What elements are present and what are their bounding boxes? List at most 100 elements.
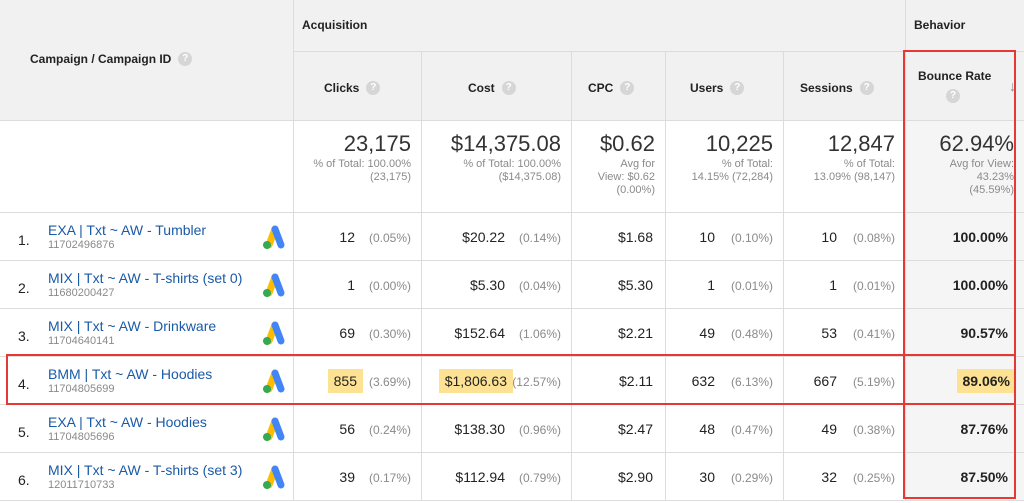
totals-users-subtext: % of Total: 14.15% (72,284) — [692, 158, 773, 184]
cost-value: $5.30 — [469, 277, 505, 293]
google-ads-icon — [263, 273, 285, 297]
totals-cost-cell: $14,375.08 % of Total: 100.00% ($14,375.… — [422, 121, 572, 213]
users-value: 10 — [699, 229, 715, 245]
campaign-cell: 3. MIX | Txt ~ AW - Drinkware 1170464014… — [0, 309, 294, 357]
cpc-value: $5.30 — [617, 277, 653, 293]
campaign-cell: 2. MIX | Txt ~ AW - T-shirts (set 0) 116… — [0, 261, 294, 309]
sessions-cell: 53 (0.41%) — [784, 309, 906, 357]
row-number: 3. — [18, 328, 30, 344]
totals-cost-value: $14,375.08 — [450, 131, 561, 156]
acquisition-group-header: Acquisition — [294, 0, 906, 52]
help-icon[interactable]: ? — [620, 81, 635, 95]
campaign-id: 11680200427 — [48, 287, 115, 299]
cpc-value: $2.21 — [617, 325, 653, 341]
totals-clicks-sub2: (23,175) — [370, 171, 411, 183]
row-number: 5. — [18, 424, 30, 440]
cpc-value: $2.47 — [617, 421, 653, 437]
help-icon[interactable]: ? — [178, 52, 193, 66]
clicks-percent: (0.17%) — [368, 471, 411, 485]
cpc-cell: $5.30 — [572, 261, 666, 309]
behavior-group-label: Behavior — [914, 18, 966, 32]
cost-cell: $20.22 (0.14%) — [422, 213, 572, 261]
acquisition-group-label: Acquisition — [302, 18, 368, 32]
users-cell: 49 (0.48%) — [666, 309, 784, 357]
campaign-name-link[interactable]: MIX | Txt ~ AW - Drinkware — [48, 318, 216, 334]
totals-sessions-value: 12,847 — [827, 131, 895, 156]
sessions-value: 1 — [829, 277, 837, 293]
totals-users-cell: 10,225 % of Total: 14.15% (72,284) — [666, 121, 784, 213]
clicks-value: 56 — [339, 421, 355, 437]
sessions-percent: (0.38%) — [852, 423, 895, 437]
campaign-report-table: Campaign / Campaign ID ? Acquisition Beh… — [0, 0, 1024, 503]
cpc-value: $1.68 — [617, 229, 653, 245]
campaign-cell: 1. EXA | Txt ~ AW - Tumbler 11702496876 — [0, 213, 294, 261]
row-number: 1. — [18, 232, 30, 248]
cost-value: $112.94 — [455, 469, 505, 485]
cpc-cell: $2.21 — [572, 309, 666, 357]
sessions-header-label: Sessions — [800, 81, 853, 95]
sessions-cell: 1 (0.01%) — [784, 261, 906, 309]
campaign-id: 12011710733 — [48, 479, 115, 491]
help-icon[interactable]: ? — [859, 81, 874, 95]
cost-value: $152.64 — [454, 325, 505, 341]
clicks-percent: (0.05%) — [368, 231, 411, 245]
clicks-column-header[interactable]: Clicks ? — [294, 52, 422, 121]
users-header-label: Users — [690, 81, 724, 95]
totals-cost-sub1: % of Total: 100.00% — [463, 158, 561, 170]
sessions-cell: 49 (0.38%) — [784, 405, 906, 453]
totals-cpc-subtext: Avg for View: $0.62 (0.00%) — [598, 158, 655, 197]
campaign-id: 11702496876 — [48, 239, 115, 251]
totals-cpc-cell: $0.62 Avg for View: $0.62 (0.00%) — [572, 121, 666, 213]
cpc-header-label: CPC — [588, 81, 614, 95]
campaign-id: 11704805696 — [48, 431, 115, 443]
campaign-id: 11704640141 — [48, 335, 115, 347]
behavior-group-header: Behavior — [906, 0, 1024, 52]
campaign-name-link[interactable]: EXA | Txt ~ AW - Tumbler — [48, 222, 206, 238]
sessions-value: 32 — [821, 469, 837, 485]
clicks-cell: 1 (0.00%) — [294, 261, 422, 309]
cpc-cell: $1.68 — [572, 213, 666, 261]
help-icon[interactable]: ? — [501, 81, 516, 95]
sessions-percent: (0.08%) — [852, 231, 895, 245]
sessions-value: 49 — [821, 421, 837, 437]
sessions-percent: (0.25%) — [852, 471, 895, 485]
clicks-value: 69 — [339, 325, 355, 341]
cost-percent: (1.06%) — [518, 327, 561, 341]
cpc-column-header[interactable]: CPC ? — [572, 52, 666, 121]
cost-percent: (0.96%) — [518, 423, 561, 437]
clicks-percent: (0.24%) — [368, 423, 411, 437]
totals-clicks-subtext: % of Total: 100.00% (23,175) — [313, 158, 411, 184]
sessions-column-header[interactable]: Sessions ? — [784, 52, 906, 121]
clicks-value: 1 — [347, 277, 355, 293]
clicks-cell: 69 (0.30%) — [294, 309, 422, 357]
cost-column-header[interactable]: Cost ? — [422, 52, 572, 121]
help-icon[interactable]: ? — [366, 81, 381, 95]
campaign-name-link[interactable]: MIX | Txt ~ AW - T-shirts (set 0) — [48, 270, 242, 286]
totals-dimension-cell — [0, 121, 294, 213]
totals-users-sub1: % of Total: — [721, 158, 773, 170]
totals-cost-sub2: ($14,375.08) — [498, 171, 561, 183]
totals-clicks-value: 23,175 — [343, 131, 411, 156]
users-value: 48 — [699, 421, 715, 437]
users-percent: (0.48%) — [730, 327, 773, 341]
clicks-header-label: Clicks — [324, 81, 360, 95]
users-percent: (0.29%) — [730, 471, 773, 485]
users-percent: (0.47%) — [730, 423, 773, 437]
users-value: 1 — [707, 277, 715, 293]
row-number: 2. — [18, 280, 30, 296]
users-cell: 48 (0.47%) — [666, 405, 784, 453]
campaign-name-link[interactable]: MIX | Txt ~ AW - T-shirts (set 3) — [48, 462, 242, 478]
help-icon[interactable]: ? — [730, 81, 745, 95]
clicks-cell: 56 (0.24%) — [294, 405, 422, 453]
campaign-name-link[interactable]: EXA | Txt ~ AW - Hoodies — [48, 414, 207, 430]
sessions-cell: 32 (0.25%) — [784, 453, 906, 501]
totals-sessions-subtext: % of Total: 13.09% (98,147) — [814, 158, 895, 184]
google-ads-icon — [263, 225, 285, 249]
totals-clicks-cell: 23,175 % of Total: 100.00% (23,175) — [294, 121, 422, 213]
totals-cpc-sub2: View: $0.62 — [597, 171, 655, 183]
users-cell: 30 (0.29%) — [666, 453, 784, 501]
users-percent: (0.01%) — [730, 279, 773, 293]
users-column-header[interactable]: Users ? — [666, 52, 784, 121]
users-percent: (0.10%) — [730, 231, 773, 245]
dimension-header[interactable]: Campaign / Campaign ID ? — [0, 0, 294, 121]
